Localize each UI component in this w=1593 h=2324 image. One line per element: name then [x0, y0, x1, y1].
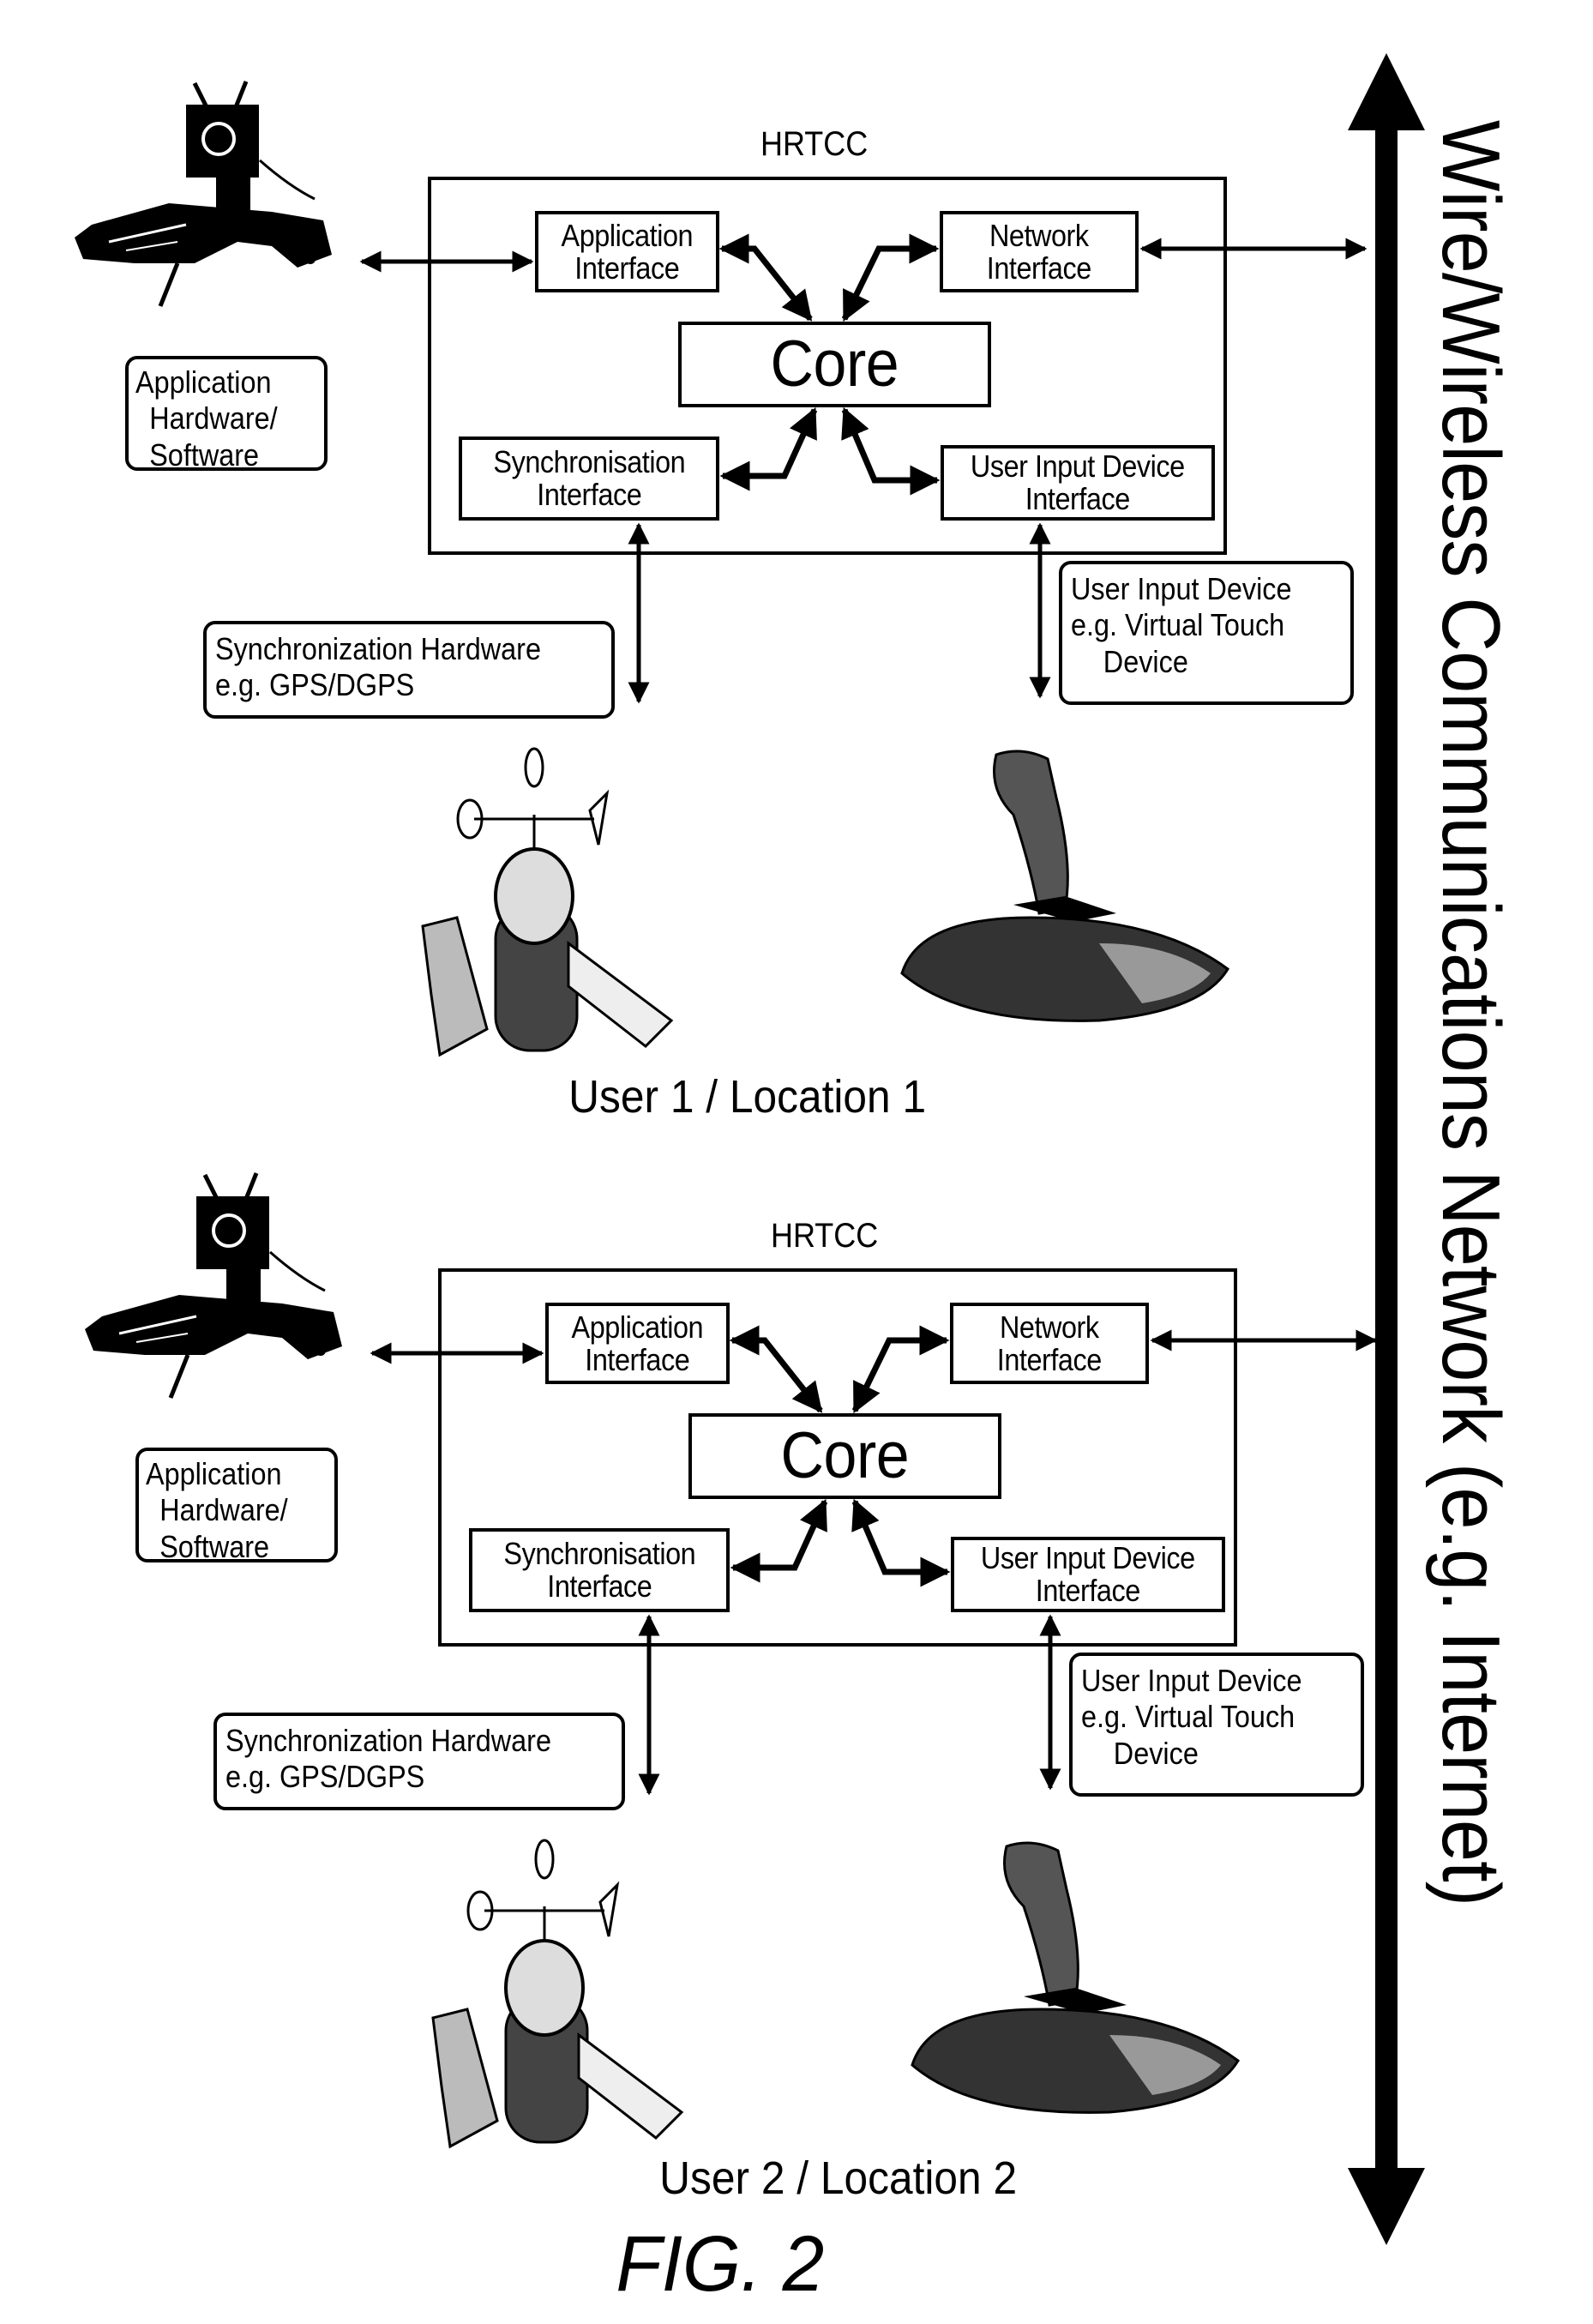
callout-line: Application: [146, 1456, 282, 1491]
box-line: Network: [989, 217, 1089, 253]
callout-line: Hardware/: [149, 400, 278, 437]
callout-line: User Input Device: [1081, 1663, 1302, 1698]
callout-line: Synchronization Hardware: [215, 631, 541, 666]
box-line: Synchronisation: [503, 1536, 695, 1572]
box-line: Interface: [574, 250, 680, 286]
box-line: Interface: [585, 1341, 690, 1377]
callout-line: e.g. Virtual Touch: [1081, 1699, 1295, 1735]
application-hardware-software-callout: Application Hardware/ Software: [125, 356, 328, 473]
box-line: Interface: [1035, 1573, 1141, 1608]
box-line: Interface: [996, 1341, 1103, 1377]
box-line: Synchronisation: [493, 444, 685, 480]
callout-line: Software: [159, 1528, 270, 1564]
core-label: Core: [780, 1419, 910, 1493]
box-line: User Input Device: [971, 449, 1185, 485]
figure-caption: FIG. 2: [616, 2220, 825, 2308]
application-interface-box[interactable]: Application Interface: [535, 211, 719, 292]
callout-line: Device: [1113, 1735, 1199, 1771]
box-line: Application: [571, 1309, 704, 1345]
robot-arm-icon: [75, 81, 332, 307]
box-line: Interface: [536, 477, 642, 512]
hrtcc-title: HRTCC: [760, 125, 869, 163]
synchronization-hardware-callout: Synchronization Hardware e.g. GPS/DGPS: [213, 1713, 625, 1810]
box-line: Network: [1000, 1309, 1099, 1345]
callout-line: Synchronization Hardware: [225, 1723, 551, 1758]
callout-line: Device: [1103, 643, 1188, 679]
core-box[interactable]: Core: [688, 1413, 1001, 1499]
weather-station-icon: [421, 747, 674, 1057]
box-line: Interface: [1025, 481, 1131, 516]
callout-line: User Input Device: [1071, 571, 1292, 606]
user-input-device-callout: User Input Device e.g. Virtual Touch Dev…: [1059, 561, 1354, 705]
callout-line: Application: [135, 364, 272, 400]
joystick-icon: [911, 1841, 1240, 2114]
callout-line: e.g. Virtual Touch: [1071, 607, 1285, 643]
synchronization-hardware-callout: Synchronization Hardware e.g. GPS/DGPS: [203, 621, 615, 719]
box-line: User Input Device: [981, 1540, 1195, 1576]
weather-station-icon: [431, 1839, 684, 2149]
network-interface-box[interactable]: Network Interface: [950, 1303, 1149, 1384]
callout-line: Software: [149, 437, 260, 473]
application-hardware-software-callout: Application Hardware/ Software: [135, 1448, 338, 1564]
core-box[interactable]: Core: [678, 322, 991, 407]
hrtcc-title: HRTCC: [770, 1217, 879, 1255]
network-interface-box[interactable]: Network Interface: [940, 211, 1139, 292]
location-section-2: Application Hardware/ Software HRTCC App…: [10, 1092, 1593, 2232]
joystick-icon: [900, 750, 1229, 1022]
application-interface-box[interactable]: Application Interface: [545, 1303, 730, 1384]
user-input-device-interface-box[interactable]: User Input Device Interface: [941, 445, 1215, 521]
callout-line: e.g. GPS/DGPS: [225, 1759, 425, 1795]
location-label: User 2 / Location 2: [659, 2152, 1018, 2204]
user-input-device-interface-box[interactable]: User Input Device Interface: [951, 1537, 1225, 1612]
callout-line: Hardware/: [159, 1492, 288, 1528]
synchronisation-interface-box[interactable]: Synchronisation Interface: [459, 437, 719, 521]
user-input-device-callout: User Input Device e.g. Virtual Touch Dev…: [1069, 1653, 1364, 1797]
box-line: Interface: [986, 250, 1092, 286]
box-line: Interface: [546, 1568, 652, 1604]
box-line: Application: [561, 217, 694, 253]
callout-line: e.g. GPS/DGPS: [215, 667, 415, 703]
robot-arm-icon: [85, 1172, 342, 1399]
core-label: Core: [770, 328, 899, 401]
location-section-1: Application Hardware/ Software HRTCC App…: [0, 0, 1593, 1141]
synchronisation-interface-box[interactable]: Synchronisation Interface: [469, 1528, 730, 1612]
